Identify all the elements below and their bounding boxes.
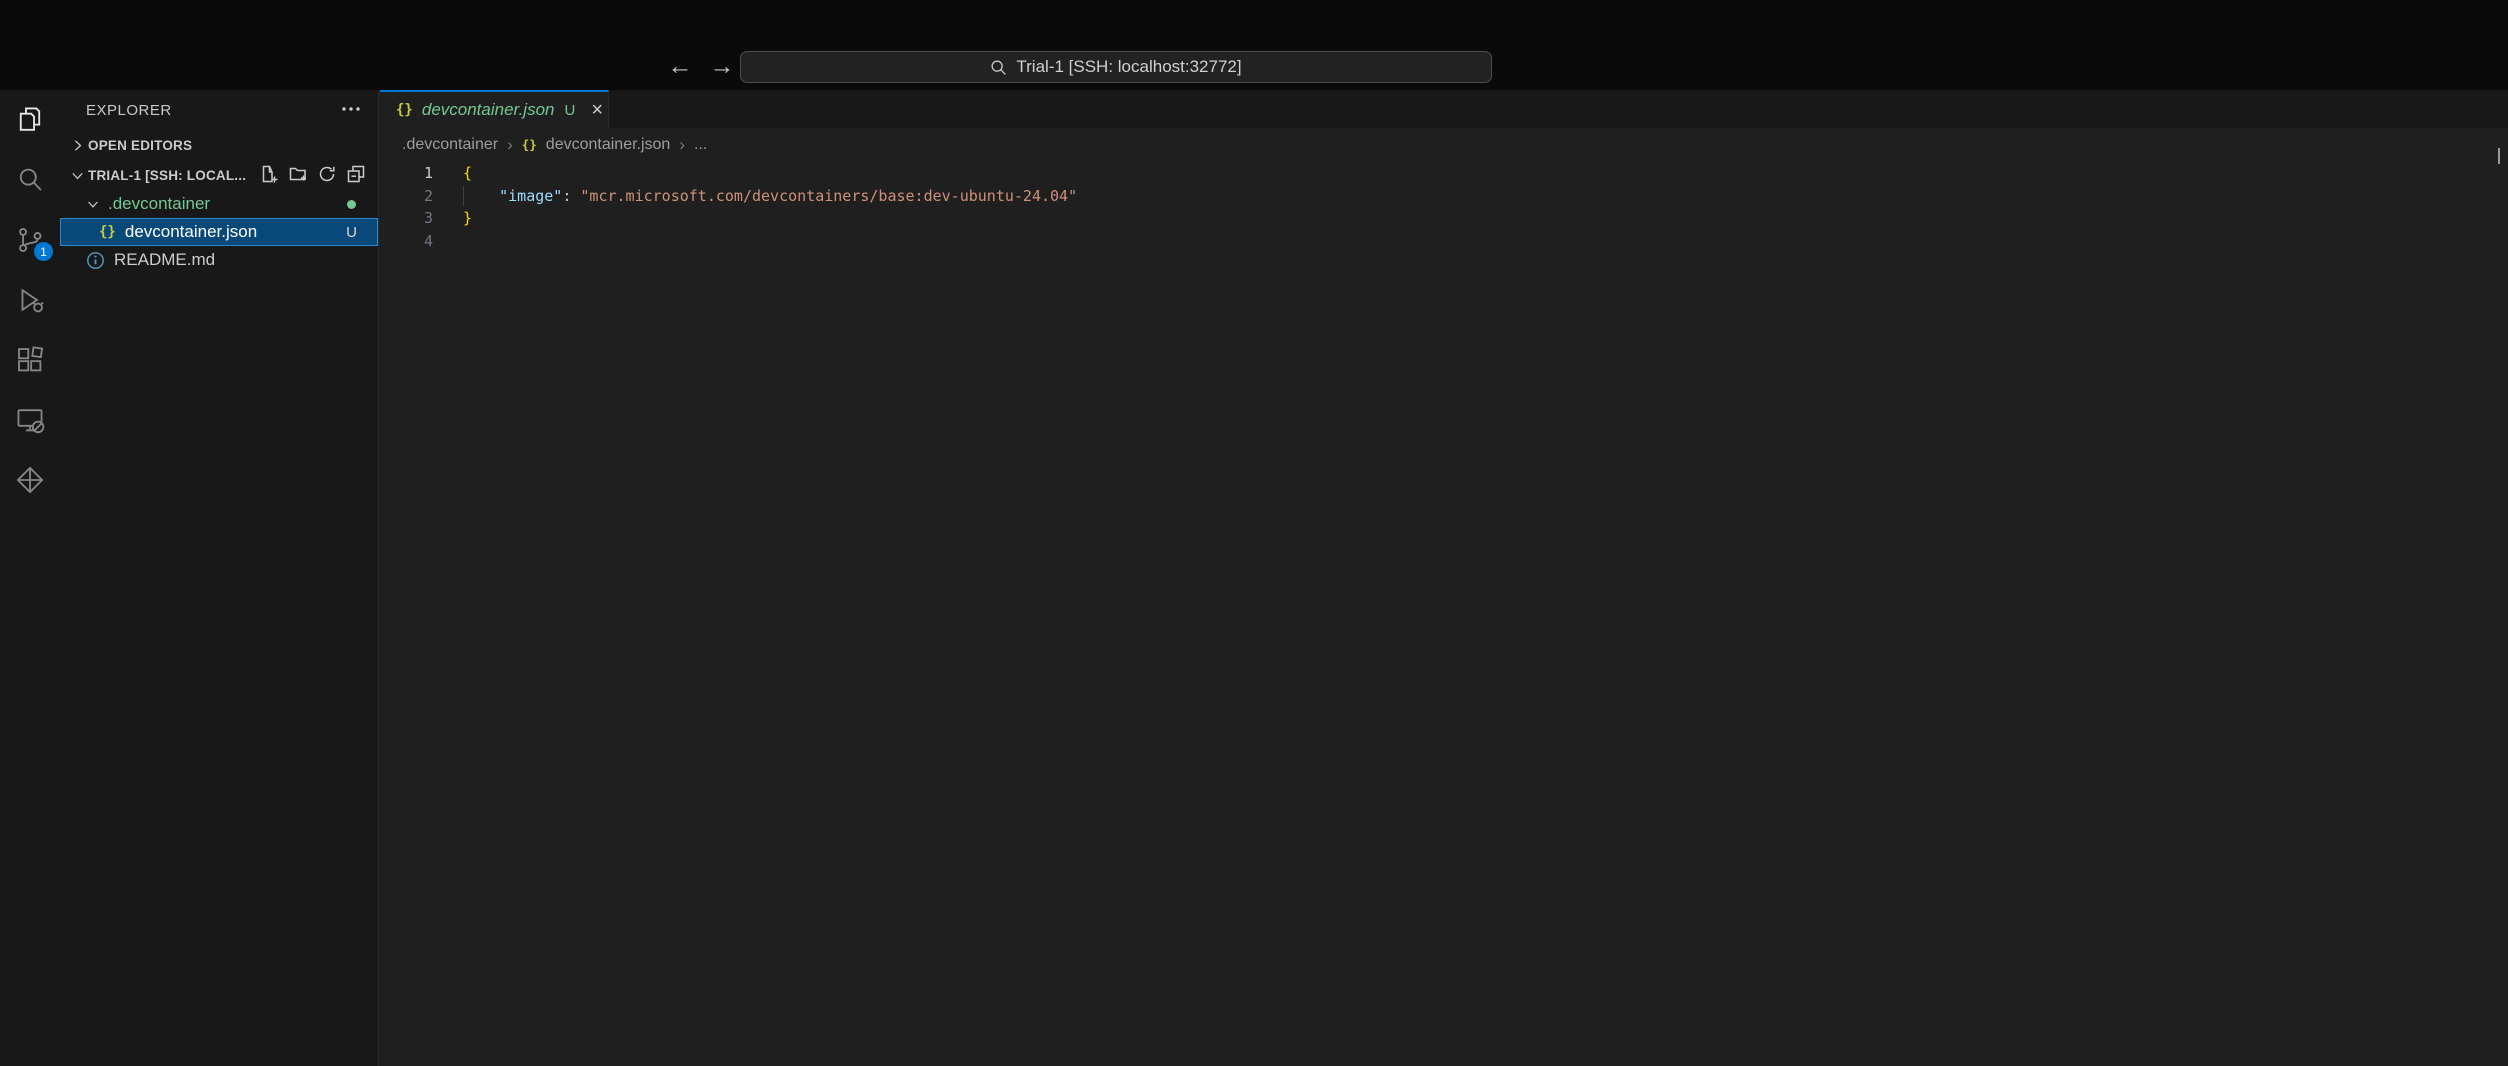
activity-item-containers[interactable] bbox=[0, 450, 60, 510]
chevron-down-icon bbox=[68, 166, 86, 184]
explorer-toolbar bbox=[259, 164, 378, 187]
editor-group: {} devcontainer.json U × .devcontainer ›… bbox=[380, 90, 2508, 1066]
workspace-label: TRIAL-1 [SSH: LOCAL... bbox=[88, 168, 246, 183]
open-editors-section[interactable]: OPEN EDITORS bbox=[60, 130, 378, 160]
collapse-all-button[interactable] bbox=[346, 164, 366, 187]
code-line: 4 bbox=[380, 230, 2508, 253]
search-icon bbox=[990, 59, 1007, 76]
tree-item-devcontainer-folder[interactable]: .devcontainer bbox=[60, 190, 378, 218]
json-file-icon: {} bbox=[396, 102, 413, 118]
explorer-more-actions-button[interactable] bbox=[340, 98, 362, 123]
json-file-icon: {} bbox=[522, 137, 537, 152]
forward-arrow-icon: → bbox=[710, 52, 735, 80]
code-line: 3} bbox=[380, 207, 2508, 230]
source-control-badge: 1 bbox=[34, 242, 53, 261]
nav-forward-button[interactable]: → bbox=[708, 50, 736, 82]
line-number: 1 bbox=[380, 162, 433, 185]
file-label: README.md bbox=[114, 250, 215, 270]
json-file-icon: {} bbox=[99, 224, 116, 240]
new-folder-icon bbox=[288, 164, 308, 184]
command-center-search[interactable]: Trial-1 [SSH: localhost:32772] bbox=[740, 51, 1492, 83]
new-file-button[interactable] bbox=[259, 164, 279, 187]
chevron-right-icon bbox=[68, 136, 86, 154]
code-line: 2 "image": "mcr.microsoft.com/devcontain… bbox=[380, 185, 2508, 208]
explorer-files-icon bbox=[15, 105, 45, 135]
line-number: 2 bbox=[380, 185, 433, 208]
containers-icon bbox=[15, 465, 45, 495]
line-number: 4 bbox=[380, 230, 433, 253]
file-label: devcontainer.json bbox=[125, 222, 257, 242]
new-folder-button[interactable] bbox=[288, 164, 308, 187]
tab-devcontainer-json[interactable]: {} devcontainer.json U × bbox=[380, 90, 609, 128]
remote-explorer-icon bbox=[15, 405, 45, 435]
activity-item-extensions[interactable] bbox=[0, 330, 60, 390]
open-editors-label: OPEN EDITORS bbox=[88, 138, 192, 153]
refresh-icon bbox=[317, 164, 337, 184]
activity-item-search[interactable] bbox=[0, 150, 60, 210]
search-icon bbox=[15, 165, 45, 195]
info-icon bbox=[86, 251, 105, 270]
activity-bar: 1 bbox=[0, 90, 60, 1066]
sidebar-header: EXPLORER bbox=[60, 90, 378, 130]
line-number: 3 bbox=[380, 207, 433, 230]
breadcrumb-separator: › bbox=[507, 135, 513, 155]
new-file-icon bbox=[259, 164, 279, 184]
chevron-down-icon bbox=[84, 195, 102, 213]
extensions-icon bbox=[15, 345, 45, 375]
nav-controls: ← → bbox=[666, 50, 736, 82]
indent-guide bbox=[463, 186, 464, 207]
activity-item-remote-explorer[interactable] bbox=[0, 390, 60, 450]
file-tree: .devcontainer {} devcontainer.json U REA… bbox=[60, 190, 378, 274]
tab-label: devcontainer.json bbox=[422, 100, 555, 120]
breadcrumb-item-folder[interactable]: .devcontainer bbox=[402, 136, 498, 154]
tab-strip: {} devcontainer.json U × bbox=[380, 90, 2508, 128]
code-line-text: } bbox=[463, 207, 472, 230]
explorer-sidebar: EXPLORER OPEN EDITORS TRIAL-1 [SSH: LOCA… bbox=[60, 90, 379, 1066]
code-line: 1{ bbox=[380, 162, 2508, 185]
workspace-section[interactable]: TRIAL-1 [SSH: LOCAL... bbox=[60, 160, 378, 190]
tree-item-devcontainer-json[interactable]: {} devcontainer.json U bbox=[60, 218, 378, 246]
command-center-title: Trial-1 [SSH: localhost:32772] bbox=[1016, 57, 1241, 77]
sidebar-title: EXPLORER bbox=[86, 102, 172, 119]
code-line-text: "image": "mcr.microsoft.com/devcontainer… bbox=[463, 185, 1077, 208]
tree-item-readme[interactable]: README.md bbox=[60, 246, 378, 274]
tab-git-badge: U bbox=[564, 102, 575, 119]
breadcrumb-separator: › bbox=[679, 135, 685, 155]
folder-label: .devcontainer bbox=[108, 194, 210, 214]
refresh-button[interactable] bbox=[317, 164, 337, 187]
tab-close-button[interactable]: × bbox=[591, 100, 603, 120]
run-and-debug-icon bbox=[15, 285, 45, 315]
untracked-decoration-dot bbox=[347, 200, 356, 209]
git-status-badge: U bbox=[346, 224, 377, 241]
code-line-text: { bbox=[463, 162, 472, 185]
code-lines: 1{2 "image": "mcr.microsoft.com/devconta… bbox=[380, 162, 2508, 252]
more-actions-icon bbox=[340, 98, 362, 120]
breadcrumb: .devcontainer › {} devcontainer.json › .… bbox=[380, 128, 2508, 161]
back-arrow-icon: ← bbox=[668, 52, 693, 80]
code-editor[interactable]: 1{2 "image": "mcr.microsoft.com/devconta… bbox=[380, 161, 2508, 252]
overview-ruler-marker bbox=[2498, 148, 2500, 164]
activity-item-source-control[interactable]: 1 bbox=[0, 210, 60, 270]
breadcrumb-item-symbol[interactable]: ... bbox=[694, 136, 707, 154]
breadcrumb-item-file[interactable]: devcontainer.json bbox=[546, 136, 671, 154]
nav-back-button[interactable]: ← bbox=[666, 50, 694, 82]
activity-item-run-debug[interactable] bbox=[0, 270, 60, 330]
activity-item-explorer[interactable] bbox=[0, 90, 60, 150]
titlebar: ← → Trial-1 [SSH: localhost:32772] bbox=[0, 0, 2508, 90]
collapse-all-icon bbox=[346, 164, 366, 184]
close-icon: × bbox=[591, 99, 603, 121]
